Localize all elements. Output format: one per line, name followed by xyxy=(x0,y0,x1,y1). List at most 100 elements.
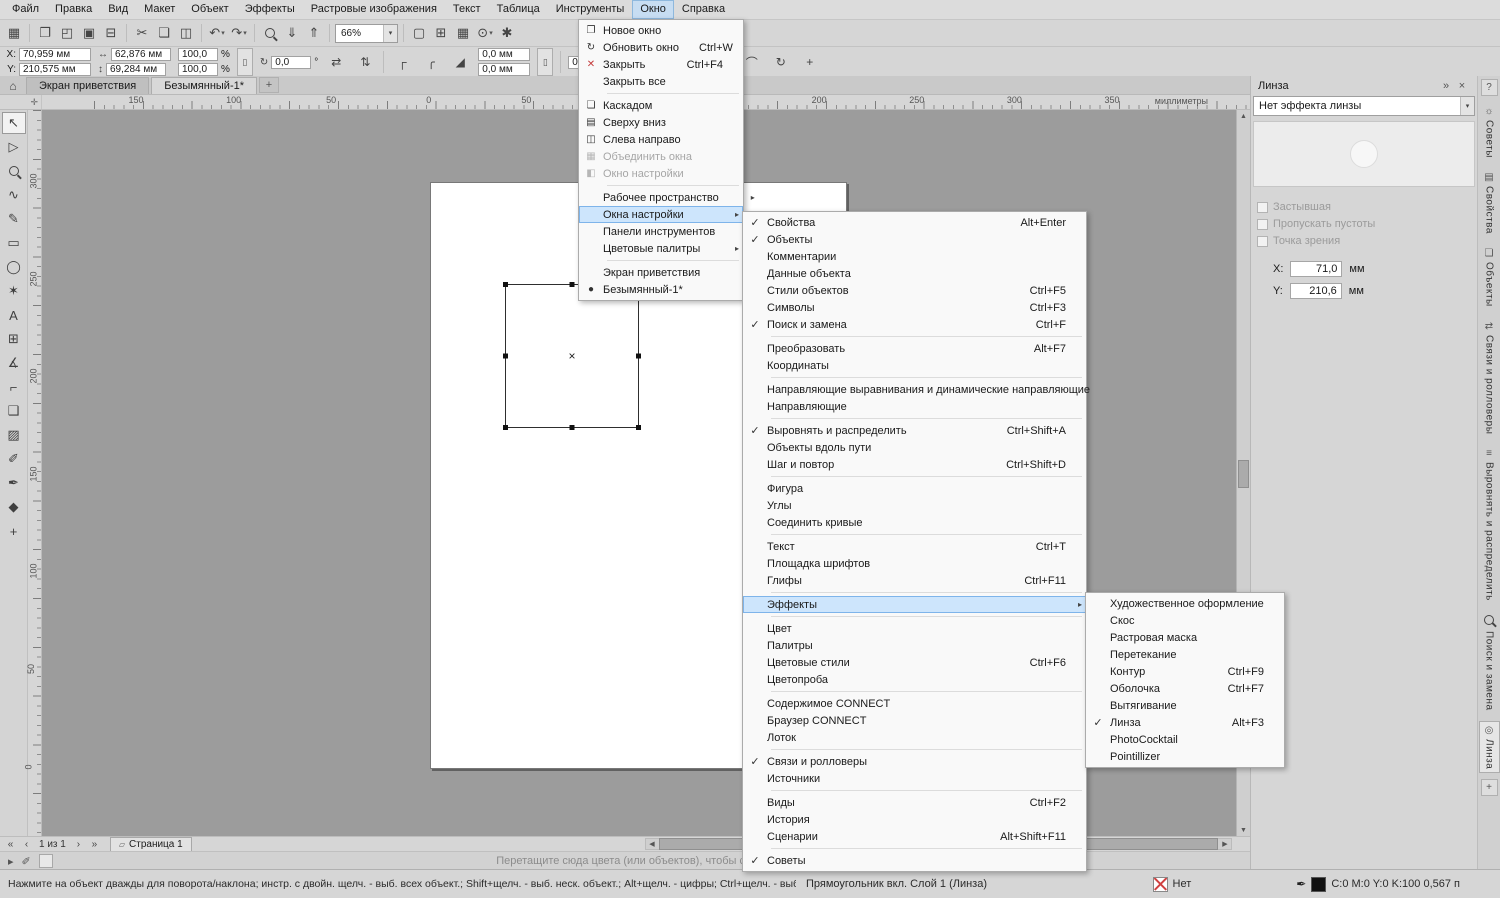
undo-icon[interactable]: ↶▾ xyxy=(207,23,227,43)
color-eyedropper-tool[interactable]: ✐ xyxy=(2,448,26,470)
snap-to-icon[interactable]: ⊙▾ xyxy=(475,23,495,43)
docker-tab-линза[interactable]: ◎Линза xyxy=(1479,721,1500,773)
menu-item-эффекты[interactable]: Эффекты▸ xyxy=(743,596,1086,613)
menu-item-закрыть[interactable]: ✕ЗакрытьCtrl+F4 xyxy=(579,56,743,73)
palette-empty-swatch[interactable] xyxy=(39,854,53,868)
tab-welcome-screen[interactable]: Экран приветствия xyxy=(26,77,149,94)
rectangle-tool[interactable]: ▭ xyxy=(2,232,26,254)
zoom-tool[interactable] xyxy=(2,160,26,182)
menu-item-закрыть-все[interactable]: Закрыть все xyxy=(579,73,743,90)
menu-item-виды[interactable]: ВидыCtrl+F2 xyxy=(743,794,1086,811)
menu-item-окна-настройки[interactable]: Окна настройки▸ xyxy=(579,206,743,223)
scroll-down-icon[interactable]: ▼ xyxy=(1237,824,1250,836)
add-tools[interactable]: + xyxy=(2,520,26,542)
palette-expand-icon[interactable]: ▸ xyxy=(8,855,14,868)
selection-handle[interactable] xyxy=(570,425,575,430)
options-icon[interactable]: ✱ xyxy=(497,23,517,43)
menu-item-советы[interactable]: ✓Советы xyxy=(743,852,1086,869)
menu-item-преобразовать[interactable]: ПреобразоватьAlt+F7 xyxy=(743,340,1086,357)
menu-item-поиск-и-замена[interactable]: ✓Поиск и заменаCtrl+F xyxy=(743,316,1086,333)
menu-item-глифы[interactable]: ГлифыCtrl+F11 xyxy=(743,572,1086,589)
menu-item-текст[interactable]: ТекстCtrl+T xyxy=(743,538,1086,555)
selected-rectangle[interactable]: × xyxy=(505,284,639,428)
copy-icon[interactable]: ❏ xyxy=(154,23,174,43)
menu-item-линза[interactable]: ✓ЛинзаAlt+F3 xyxy=(1086,714,1284,731)
vertical-scroll-thumb[interactable] xyxy=(1238,460,1249,488)
menu-item-символы[interactable]: СимволыCtrl+F3 xyxy=(743,299,1086,316)
menu-объект[interactable]: Объект xyxy=(183,0,236,19)
menu-item-история[interactable]: История xyxy=(743,811,1086,828)
dimension-tool[interactable]: ∡ xyxy=(2,352,26,374)
redo-icon[interactable]: ↷▾ xyxy=(229,23,249,43)
docker-tab-выровнять-и-распределить[interactable]: ≡Выровнять и распределить xyxy=(1479,444,1500,605)
menu-item-photococktail[interactable]: PhotoCocktail xyxy=(1086,731,1284,748)
app-grid-icon[interactable]: ▦ xyxy=(4,23,24,43)
menu-item-новое-окно[interactable]: ❐Новое окно xyxy=(579,22,743,39)
corner-chamfer-button[interactable]: ◢ xyxy=(449,51,471,73)
print-icon[interactable]: ⊟ xyxy=(101,23,121,43)
show-rulers-icon[interactable]: ⊞ xyxy=(431,23,451,43)
mirror-horizontal-button[interactable]: ⇄ xyxy=(325,51,347,73)
menu-item-лоток[interactable]: Лоток xyxy=(743,729,1086,746)
menu-item-направляющие-выравнивания-и-динамические-направляющие[interactable]: Направляющие выравнивания и динамические… xyxy=(743,381,1086,398)
menu-справка[interactable]: Справка xyxy=(674,0,733,19)
scale-y-field[interactable]: 100,0 xyxy=(178,63,218,76)
lens-y-field[interactable]: 210,6 xyxy=(1290,283,1342,299)
checkbox-застывшая[interactable]: Застывшая xyxy=(1257,201,1471,213)
menu-item-цветопроба[interactable]: Цветопроба xyxy=(743,671,1086,688)
menu-item-каскадом[interactable]: ❏Каскадом xyxy=(579,97,743,114)
lock-ratio-button[interactable]: ▯ xyxy=(237,48,253,76)
corner-radius-field-1[interactable]: 0,0 мм xyxy=(478,48,530,61)
menu-item-площадка-шрифтов[interactable]: Площадка шрифтов xyxy=(743,555,1086,572)
add-propbar-item-button[interactable]: + xyxy=(799,51,821,73)
scale-x-field[interactable]: 100,0 xyxy=(178,48,218,61)
docker-close-icon[interactable]: × xyxy=(1454,80,1470,92)
menu-правка[interactable]: Правка xyxy=(47,0,100,19)
menu-item-выровнять-и-распределить[interactable]: ✓Выровнять и распределитьCtrl+Shift+A xyxy=(743,422,1086,439)
docker-tab-свойства[interactable]: ▤Свойства xyxy=(1479,168,1500,238)
polygon-tool[interactable]: ✶ xyxy=(2,280,26,302)
scroll-up-icon[interactable]: ▲ xyxy=(1237,110,1250,122)
docker-tab-связи-и-ролловеры[interactable]: ⇄Связи и ролловеры xyxy=(1479,317,1500,438)
next-page-button[interactable]: › xyxy=(72,839,85,850)
menu-item-координаты[interactable]: Координаты xyxy=(743,357,1086,374)
docker-tab-объекты[interactable]: ❏Объекты xyxy=(1479,244,1500,311)
menu-item-содержимое-connect[interactable]: Содержимое CONNECT xyxy=(743,695,1086,712)
cut-icon[interactable]: ✂ xyxy=(132,23,152,43)
menu-item-художественное-оформление[interactable]: Художественное оформление xyxy=(1086,595,1284,612)
vertical-ruler[interactable]: 300250200150100500 xyxy=(28,110,42,836)
full-screen-preview-icon[interactable]: ▢ xyxy=(409,23,429,43)
page-tab-page-1[interactable]: ▱ Страница 1 xyxy=(110,837,192,851)
selection-handle[interactable] xyxy=(570,282,575,287)
export-icon[interactable]: ⇑ xyxy=(304,23,324,43)
lens-x-field[interactable]: 71,0 xyxy=(1290,261,1342,277)
menu-item-стили-объектов[interactable]: Стили объектовCtrl+F5 xyxy=(743,282,1086,299)
menu-item-шаг-и-повтор[interactable]: Шаг и повторCtrl+Shift+D xyxy=(743,456,1086,473)
menu-item-данные-объекта[interactable]: Данные объекта xyxy=(743,265,1086,282)
freehand-tool[interactable]: ∿ xyxy=(2,184,26,206)
palette-eyedropper-icon[interactable]: ✐ xyxy=(22,855,31,868)
menu-item-соединить-кривые[interactable]: Соединить кривые xyxy=(743,514,1086,531)
menu-вид[interactable]: Вид xyxy=(100,0,136,19)
x-position-field[interactable]: 70,959 мм xyxy=(19,48,91,61)
menu-окно[interactable]: Окно xyxy=(632,0,674,19)
menu-item-скос[interactable]: Скос xyxy=(1086,612,1284,629)
text-tool[interactable]: А xyxy=(2,304,26,326)
outline-pen-tool[interactable]: ✒ xyxy=(2,472,26,494)
lens-type-caret-icon[interactable]: ▾ xyxy=(1460,97,1474,115)
tab-untitled-1[interactable]: Безымянный-1* xyxy=(151,77,257,94)
menu-item-обновить-окно[interactable]: ↻Обновить окноCtrl+W xyxy=(579,39,743,56)
menu-item-фигура[interactable]: Фигура xyxy=(743,480,1086,497)
menu-item-оболочка[interactable]: ОболочкаCtrl+F7 xyxy=(1086,680,1284,697)
checkbox-icon[interactable] xyxy=(1257,202,1268,213)
zoom-level-caret-icon[interactable]: ▾ xyxy=(383,25,397,42)
menu-item-экран-приветствия[interactable]: Экран приветствия xyxy=(579,264,743,281)
checkbox-icon[interactable] xyxy=(1257,236,1268,247)
show-grid-icon[interactable]: ▦ xyxy=(453,23,473,43)
ellipse-tool[interactable]: ◯ xyxy=(2,256,26,278)
import-icon[interactable]: ⇓ xyxy=(282,23,302,43)
menu-item-цвет[interactable]: Цвет xyxy=(743,620,1086,637)
menu-item-сценарии[interactable]: СценарииAlt+Shift+F11 xyxy=(743,828,1086,845)
new-tab-button[interactable]: + xyxy=(259,77,279,93)
connector-tool[interactable]: ⌐ xyxy=(2,376,26,398)
